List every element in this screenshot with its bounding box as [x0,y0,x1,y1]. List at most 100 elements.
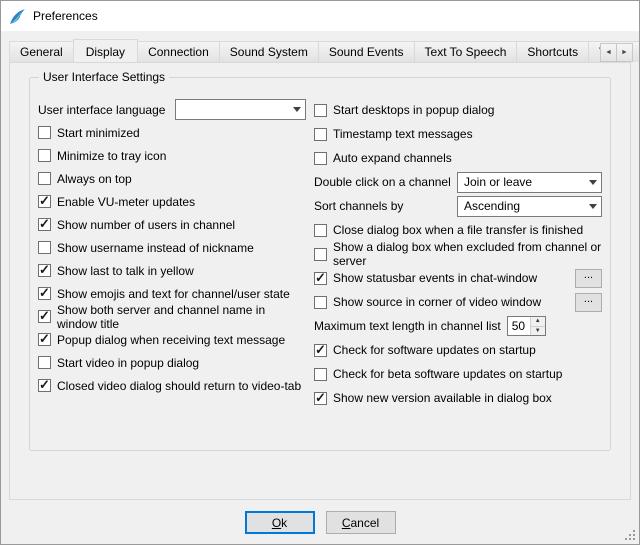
checkbox[interactable] [314,224,327,237]
tab-text-to-speech[interactable]: Text To Speech [414,41,518,62]
checkbox-row[interactable]: Closed video dialog should return to vid… [38,374,306,397]
checkbox[interactable] [38,264,51,277]
checkbox[interactable] [314,392,327,405]
tab-scroll-right-icon[interactable]: ► [616,43,633,62]
max-text-length-value: 50 [508,317,530,335]
checkbox[interactable] [314,104,327,117]
checkbox[interactable] [38,172,51,185]
checkbox-label: Close dialog box when a file transfer is… [333,223,583,237]
language-dropdown[interactable] [175,99,306,120]
checkbox[interactable] [314,296,327,309]
language-row: User interface language [38,98,306,121]
chevron-down-icon [589,204,597,209]
checkbox[interactable] [314,368,327,381]
group-title: User Interface Settings [39,70,169,84]
checkbox-label: Show username instead of nickname [57,241,254,255]
checkbox[interactable] [314,152,327,165]
max-text-length-row: Maximum text length in channel list 50 ▲… [314,314,602,338]
checkbox-label: Start minimized [57,126,140,140]
checkbox-row[interactable]: Show both server and channel name in win… [38,305,306,328]
checkbox-row[interactable]: Start video in popup dialog [38,351,306,374]
checkbox[interactable] [314,344,327,357]
titlebar: Preferences [1,1,639,31]
left-column: User interface language Start minimized … [38,98,306,410]
spinner-arrows[interactable]: ▲ ▼ [530,317,545,335]
chevron-down-icon [589,180,597,185]
checkbox[interactable] [38,195,51,208]
checkbox-row[interactable]: Show number of users in channel [38,213,306,236]
checkbox-label: Timestamp text messages [333,127,473,141]
tab-bar: General Display Connection Sound System … [1,31,639,62]
checkbox[interactable] [314,128,327,141]
checkbox-row[interactable]: Show username instead of nickname [38,236,306,259]
checkbox[interactable] [314,248,327,261]
checkbox[interactable] [38,218,51,231]
checkbox-row[interactable]: Auto expand channels [314,146,602,170]
resize-grip[interactable] [624,529,636,541]
checkbox-row[interactable]: Show a dialog box when excluded from cha… [314,242,602,266]
statusbar-events-more-button[interactable]: ... [575,269,602,288]
video-source-more-button[interactable]: ... [575,293,602,312]
checkbox-row[interactable]: Start minimized [38,121,306,144]
tab-sound-system[interactable]: Sound System [219,41,319,62]
checkbox-row[interactable]: Close dialog box when a file transfer is… [314,218,602,242]
checkbox-label: Closed video dialog should return to vid… [57,379,301,393]
checkbox-label: Show emojis and text for channel/user st… [57,287,290,301]
checkbox[interactable] [38,379,51,392]
preferences-window: Preferences General Display Connection S… [0,0,640,545]
window-title: Preferences [33,9,98,23]
ok-button[interactable]: Ok [245,511,315,534]
tab-sound-events[interactable]: Sound Events [318,41,415,62]
checkbox[interactable] [38,287,51,300]
checkbox-label: Popup dialog when receiving text message [57,333,285,347]
double-click-dropdown[interactable]: Join or leave [457,172,602,193]
checkbox-row[interactable]: Timestamp text messages [314,122,602,146]
checkbox-label: Start video in popup dialog [57,356,199,370]
sort-channels-value: Ascending [464,199,583,213]
language-label: User interface language [38,103,165,117]
double-click-row: Double click on a channel Join or leave [314,170,602,194]
checkbox-label: Show number of users in channel [57,218,235,232]
checkbox-label: Show last to talk in yellow [57,264,194,278]
checkbox-row[interactable]: Check for software updates on startup [314,338,602,362]
dialog-buttons: Ok Cancel [1,511,639,534]
checkbox[interactable] [38,310,51,323]
checkbox-row[interactable]: Popup dialog when receiving text message [38,328,306,351]
checkbox[interactable] [38,356,51,369]
checkbox-label: Auto expand channels [333,151,452,165]
double-click-label: Double click on a channel [314,175,451,189]
checkbox[interactable] [38,333,51,346]
checkbox[interactable] [38,149,51,162]
app-icon [9,8,26,25]
checkbox-row[interactable]: Always on top [38,167,306,190]
checkbox-label: Show new version available in dialog box [333,391,552,405]
checkbox-row[interactable]: Check for beta software updates on start… [314,362,602,386]
ok-button-label: Ok [247,516,313,530]
tab-display[interactable]: Display [73,39,138,62]
max-text-length-spinner[interactable]: 50 ▲ ▼ [507,316,546,336]
tab-connection[interactable]: Connection [137,41,220,62]
statusbar-events-row: Show statusbar events in chat-window ... [314,266,602,290]
checkbox-row[interactable]: Show last to talk in yellow [38,259,306,282]
checkbox-label: Show both server and channel name in win… [57,303,306,331]
cancel-button[interactable]: Cancel [326,511,396,534]
checkbox-row[interactable]: Show new version available in dialog box [314,386,602,410]
tab-scroll-left-icon[interactable]: ◄ [600,43,617,62]
double-click-value: Join or leave [464,175,583,189]
tab-general[interactable]: General [9,41,74,62]
checkbox-row[interactable]: Minimize to tray icon [38,144,306,167]
tab-shortcuts[interactable]: Shortcuts [516,41,589,62]
checkbox-row[interactable]: Enable VU-meter updates [38,190,306,213]
right-column: Start desktops in popup dialog Timestamp… [306,98,602,410]
video-source-row: Show source in corner of video window ..… [314,290,602,314]
checkbox-row[interactable]: Start desktops in popup dialog [314,98,602,122]
sort-channels-row: Sort channels by Ascending [314,194,602,218]
checkbox-label: Check for software updates on startup [333,343,536,357]
checkbox[interactable] [38,241,51,254]
spinner-down-icon[interactable]: ▼ [531,326,545,336]
checkbox-label: Show statusbar events in chat-window [333,271,537,285]
sort-channels-dropdown[interactable]: Ascending [457,196,602,217]
checkbox[interactable] [38,126,51,139]
checkbox[interactable] [314,272,327,285]
spinner-up-icon[interactable]: ▲ [531,317,545,326]
